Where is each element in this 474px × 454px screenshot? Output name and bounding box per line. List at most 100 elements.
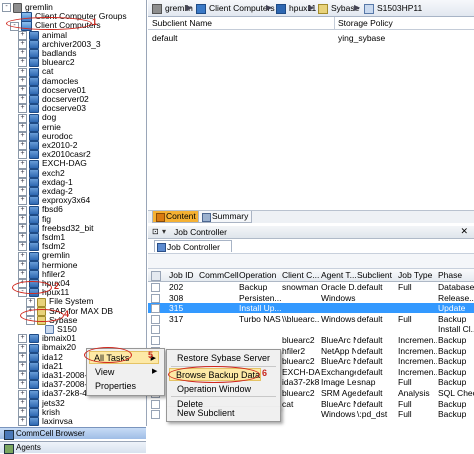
close-icon[interactable]: ✕ <box>460 226 468 237</box>
client-icon <box>29 417 39 426</box>
server-icon <box>152 3 162 14</box>
table-row[interactable]: default ying_sybase <box>148 33 474 43</box>
instance-icon <box>364 3 374 14</box>
job-type-cell: Full <box>398 313 412 324</box>
job-type-cell: Incremen... <box>398 345 437 356</box>
row-checkbox[interactable] <box>151 399 160 409</box>
phase-cell: Backup <box>438 398 467 409</box>
tab-commcell-browser[interactable]: CommCell Browser <box>0 427 146 440</box>
column-header-agent-type[interactable]: Agent T... <box>321 270 357 280</box>
expand-icon[interactable]: + <box>18 417 27 426</box>
table-row[interactable]: Install Cl... <box>148 324 474 335</box>
table-row[interactable]: bluearc2 BlueArc N...default Incremen...Ba… <box>148 335 474 345</box>
subclient-cell: \:pd_dst <box>357 409 388 420</box>
row-checkbox[interactable] <box>151 336 160 345</box>
menu-item-operation-window[interactable]: Operation Window <box>169 383 251 396</box>
menu-item-view-label: View <box>95 367 115 377</box>
tab-summary-label: Summary <box>212 211 249 221</box>
row-checkbox[interactable] <box>151 325 160 335</box>
tab-content[interactable]: Content <box>152 211 200 223</box>
column-header-operation[interactable]: Operation <box>239 270 276 280</box>
chevron-right-icon: ▶ <box>308 3 315 12</box>
annotation-4: 4 <box>64 309 70 319</box>
client-cell: bluearc2 <box>282 356 315 367</box>
table-row[interactable]: 202 Backup snowmanOracle D...default Full Da… <box>148 282 474 292</box>
commcell-browser-icon <box>4 430 14 440</box>
tab-commcell-browser-label: CommCell Browser <box>16 429 85 438</box>
annotation-oval-hpux11 <box>12 281 52 294</box>
job-type-cell: Incremen... <box>398 335 437 345</box>
phase-cell: Backup <box>438 345 467 356</box>
chevron-right-icon: ▶ <box>354 3 361 12</box>
pin-icon[interactable]: ⊡ <box>152 227 159 236</box>
client-cell: \\bluearc... <box>282 313 320 324</box>
agent-type-cell: SRM Agen... <box>321 388 356 398</box>
client-cell: cat <box>282 398 294 409</box>
tab-job-controller[interactable]: Job Controller <box>154 240 232 252</box>
row-checkbox[interactable] <box>151 410 160 420</box>
subclient-table-header: Subclient Name Storage Policy <box>148 17 474 30</box>
tree-node[interactable]: + laxinvsa <box>18 416 73 426</box>
tab-agents-label: Agents <box>16 443 41 452</box>
client-cell: snowman <box>282 282 319 292</box>
table-row[interactable]: 308 Persisten... Windows... Release... <box>148 293 474 303</box>
agent-type-cell: Windows... <box>321 313 356 324</box>
row-checkbox[interactable] <box>151 283 160 292</box>
agent-type-cell: NetApp NAS <box>321 345 356 356</box>
storage-policy-cell: ying_sybase <box>338 33 386 43</box>
table-row[interactable]: 315 Install Up... Update <box>148 303 474 314</box>
column-header-subclient[interactable]: Subclient <box>357 270 392 280</box>
menu-item-new-subclient[interactable]: New Subclient <box>169 407 235 420</box>
annotation-1: 1 <box>92 17 98 27</box>
row-checkbox[interactable] <box>151 304 160 314</box>
column-header-subclient-name[interactable]: Subclient Name <box>152 18 212 28</box>
subclient-cell: default <box>357 356 383 367</box>
tab-agents[interactable]: Agents <box>0 441 146 454</box>
column-header-storage-policy[interactable]: Storage Policy <box>338 18 393 28</box>
annotation-2: 2 <box>54 281 60 291</box>
column-header-job-type[interactable]: Job Type <box>398 270 432 280</box>
breadcrumb-instance[interactable]: S1503HP11 <box>364 3 422 14</box>
operation-cell: Turbo NAS <box>239 313 281 324</box>
tab-summary[interactable]: Summary <box>198 211 253 223</box>
menu-item-new-subclient-label: New Subclient <box>177 408 235 418</box>
agent-type-cell: BlueArc N... <box>321 356 356 367</box>
menu-item-restore-sybase-server[interactable]: Restore Sybase Server <box>169 352 270 365</box>
phase-cell: Backup <box>438 313 467 324</box>
menu-item-operation-window-label: Operation Window <box>177 384 252 394</box>
client-cell: hfiler2 <box>282 345 306 356</box>
job-controller-title: Job Controller <box>174 227 227 237</box>
client-cell: bluearc2 <box>282 335 315 345</box>
job-controller-icon <box>157 243 166 252</box>
select-all-checkbox[interactable] <box>151 271 161 281</box>
row-checkbox[interactable] <box>151 314 160 324</box>
phase-cell: Backup <box>438 366 467 377</box>
tab-content-label: Content <box>166 211 196 221</box>
tab-job-controller-label: Job Controller <box>167 242 220 252</box>
row-checkbox[interactable] <box>151 293 160 303</box>
breadcrumb-client-computers[interactable]: Client Computers <box>196 3 275 14</box>
dropdown-arrow-icon[interactable]: ▾ <box>162 227 166 236</box>
phase-cell: Backup <box>438 409 467 420</box>
subclient-cell: default <box>357 282 383 292</box>
tree-node-label: laxinvsa <box>42 416 73 426</box>
table-row[interactable]: 317 Turbo NAS\\bluearc...Windows...defaul… <box>148 314 474 324</box>
menu-item-properties[interactable]: Properties <box>89 380 136 393</box>
column-header-client-computer[interactable]: Client C... <box>282 270 319 280</box>
job-type-cell: Analysis <box>398 388 430 398</box>
subclient-tabs: Content Summary <box>148 210 474 223</box>
breadcrumb: gremlin ▶ Client Computers ▶ hpux11 ▶ Sy… <box>148 0 474 17</box>
client-cell: bluearc2 <box>282 388 315 398</box>
subclient-cell: default <box>357 388 383 398</box>
annotation-6: 6 <box>262 368 268 378</box>
operation-cell: Install Up... <box>239 303 281 314</box>
menu-item-view[interactable]: View <box>89 366 114 379</box>
agents-icon <box>4 444 14 454</box>
agent-type-cell: Oracle D... <box>321 282 356 292</box>
column-header-commcell[interactable]: CommCell <box>199 270 239 280</box>
menu-item-restore-label: Restore Sybase Server <box>177 353 271 363</box>
column-header-phase[interactable]: Phase <box>438 270 462 280</box>
annotation-oval-sybase <box>20 309 64 322</box>
client-icon <box>276 3 286 14</box>
column-header-job-id[interactable]: Job ID <box>169 270 194 280</box>
